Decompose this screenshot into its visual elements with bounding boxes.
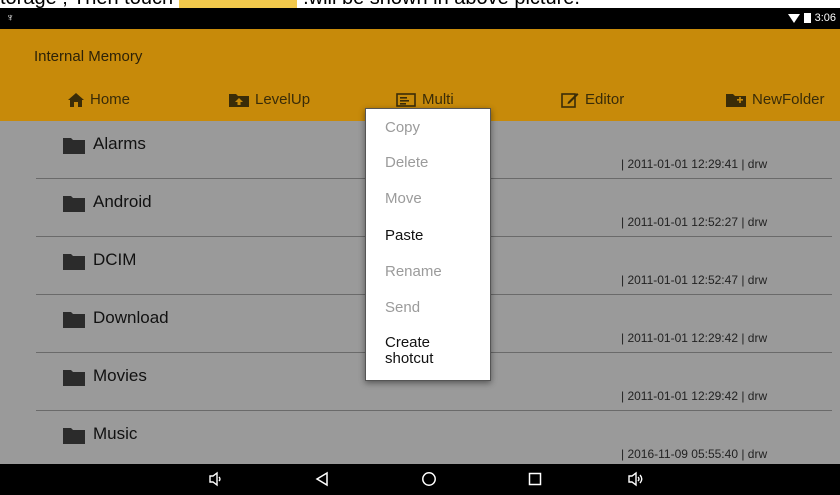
document-caption: torage ; Then touch .will be shown in abo… (0, 0, 840, 8)
status-time: 3:06 (814, 12, 836, 24)
folder-icon (63, 312, 85, 328)
home-icon (68, 92, 84, 107)
file-meta: | 2011-01-01 12:29:41 | drw (621, 157, 768, 171)
caption-before: torage ; Then touch (0, 0, 173, 8)
newfolder-button[interactable]: NewFolder (726, 91, 825, 108)
folder-icon (63, 196, 85, 212)
file-meta: | 2011-01-01 12:29:42 | drw (621, 389, 768, 403)
file-meta: | 2011-01-01 12:52:47 | drw (621, 273, 768, 287)
wifi-icon (787, 13, 800, 23)
home-circle-icon[interactable] (421, 471, 437, 487)
caption-after: .will be shown in above picture. (303, 0, 580, 8)
file-name: Android (93, 192, 152, 211)
volume-up-icon[interactable] (627, 471, 645, 487)
multi-label: Multi (422, 91, 454, 108)
file-name: Movies (93, 366, 147, 385)
folder-up-icon (229, 93, 249, 107)
folder-icon (63, 254, 85, 270)
navigation-bar (0, 464, 840, 495)
multi-select-icon (396, 92, 416, 107)
levelup-label: LevelUp (255, 91, 311, 108)
file-meta: | 2011-01-01 12:52:27 | drw (621, 215, 768, 229)
storage-title: Internal Memory (34, 48, 143, 65)
home-label: Home (90, 91, 131, 108)
menu-item-create-shortcut[interactable]: Create shotcut (385, 335, 465, 367)
caption-highlight (179, 0, 298, 8)
menu-item-rename[interactable]: Rename (385, 264, 442, 280)
menu-item-delete[interactable]: Delete (385, 155, 428, 171)
volume-down-icon[interactable] (208, 471, 224, 487)
file-name: Download (93, 308, 169, 327)
editor-button[interactable]: Editor (561, 91, 624, 108)
multi-button[interactable]: Multi (396, 91, 454, 108)
file-row-music[interactable]: Music | 2016-11-09 05:55:40 | drw (0, 411, 840, 464)
newfolder-label: NewFolder (752, 91, 825, 108)
levelup-button[interactable]: LevelUp (229, 91, 310, 108)
context-menu: Copy Delete Move Paste Rename Send Creat… (365, 108, 491, 381)
editor-label: Editor (585, 91, 625, 108)
back-icon[interactable] (314, 471, 330, 487)
home-button[interactable]: Home (68, 91, 130, 108)
menu-item-move[interactable]: Move (385, 191, 422, 207)
recents-icon[interactable] (527, 471, 543, 487)
file-name: DCIM (93, 250, 137, 269)
status-bar: ♆ 3:06 (0, 8, 840, 29)
folder-icon (63, 138, 85, 154)
battery-icon (803, 13, 811, 23)
menu-item-paste[interactable]: Paste (385, 228, 423, 244)
folder-icon (63, 370, 85, 386)
file-meta: | 2011-01-01 12:29:42 | drw (621, 331, 768, 345)
file-meta: | 2016-11-09 05:55:40 | drw (621, 447, 768, 461)
file-name: Music (93, 424, 138, 443)
menu-item-send[interactable]: Send (385, 300, 420, 316)
edit-icon (561, 92, 579, 108)
folder-icon (63, 428, 85, 444)
usb-icon: ♆ (6, 12, 15, 24)
new-folder-icon (726, 93, 746, 107)
menu-item-copy[interactable]: Copy (385, 120, 420, 136)
file-name: Alarms (93, 134, 146, 153)
